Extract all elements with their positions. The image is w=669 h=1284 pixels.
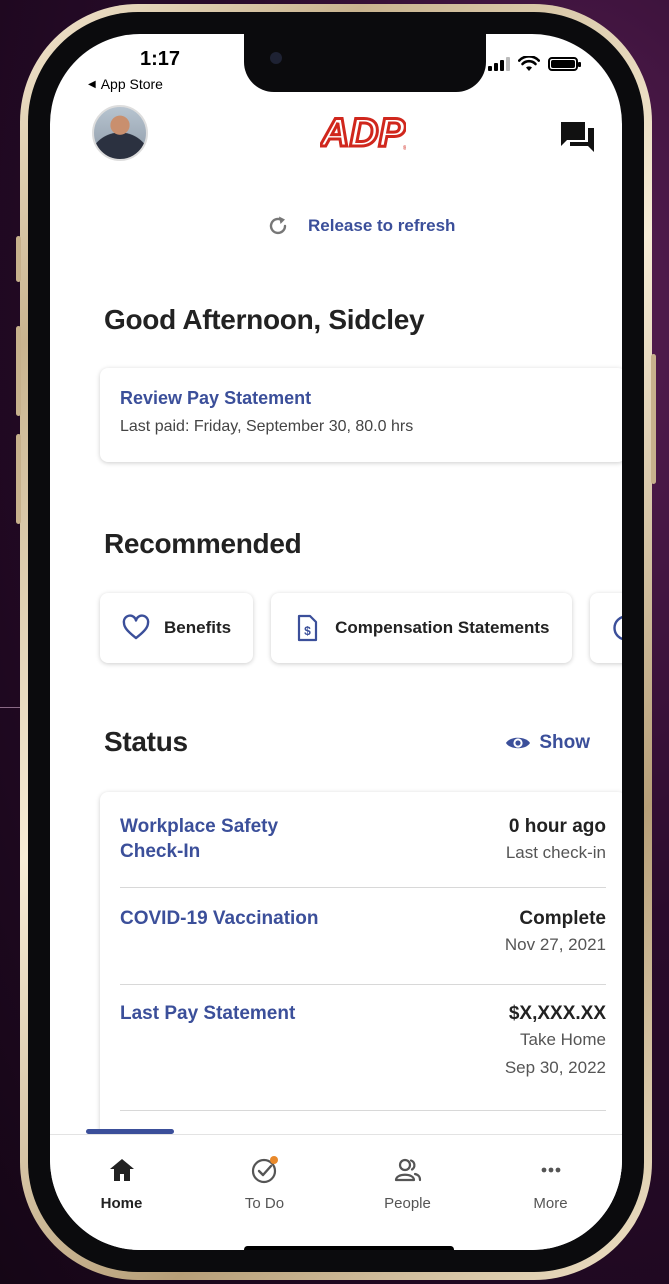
status-heading: Status xyxy=(104,726,188,757)
status-row-vaccination[interactable]: COVID-19 Vaccination Complete Nov 27, 20… xyxy=(120,888,606,985)
row-label[interactable]: Workplace Safety Check-In xyxy=(120,814,320,887)
tab-label: To Do xyxy=(244,1195,285,1212)
tab-people[interactable]: People xyxy=(336,1135,479,1250)
row-label[interactable]: COVID-19 Vaccination xyxy=(120,906,319,984)
tab-todo[interactable]: To Do xyxy=(193,1135,336,1250)
recommended-partial-item[interactable]: $ xyxy=(589,593,622,663)
back-triangle-icon: ◀ xyxy=(88,78,96,90)
recommended-compensation-statements[interactable]: $ Compensation Statements xyxy=(271,593,572,663)
people-icon xyxy=(394,1158,421,1182)
phone-bezel: 1:17 ◀ App Store ADP ® Release to refres… xyxy=(28,12,644,1272)
row-value: Complete xyxy=(519,908,606,929)
chip-label: Compensation Statements xyxy=(335,618,550,637)
greeting-heading: Good Afternoon, Sidcley xyxy=(104,304,425,335)
check-circle-icon xyxy=(251,1156,278,1184)
recommended-carousel[interactable]: Benefits $ Compensation Statements $ xyxy=(100,593,622,663)
battery-icon xyxy=(548,57,581,71)
adp-logo: ADP ® xyxy=(320,110,406,154)
notification-dot xyxy=(269,1156,278,1164)
logo-text: ADP xyxy=(320,111,406,154)
show-label: Show xyxy=(539,732,590,753)
volume-down-button xyxy=(16,434,21,524)
pull-to-refresh: Release to refresh xyxy=(266,214,455,238)
row-sub: Take Home xyxy=(520,1030,606,1049)
wifi-icon xyxy=(518,56,540,71)
back-to-app-store[interactable]: ◀ App Store xyxy=(88,76,163,92)
status-row-safety-checkin[interactable]: Workplace Safety Check-In 0 hour ago Las… xyxy=(120,792,606,888)
tab-label: More xyxy=(533,1195,568,1212)
svg-text:$: $ xyxy=(304,624,311,638)
volume-up-button xyxy=(16,326,21,416)
row-sub: Last check-in xyxy=(505,843,606,862)
power-button xyxy=(651,354,656,484)
status-icons xyxy=(488,56,581,72)
row-sub: Nov 27, 2021 xyxy=(504,935,606,954)
row-value: $X,XXX.XX xyxy=(508,1003,606,1024)
pay-card-subtitle: Last paid: Friday, September 30, 80.0 hr… xyxy=(120,418,414,435)
recommended-benefits[interactable]: Benefits xyxy=(100,593,254,663)
home-indicator xyxy=(244,1246,454,1250)
refresh-icon xyxy=(269,216,287,235)
eye-icon xyxy=(506,737,531,749)
status-row-last-pay[interactable]: Last Pay Statement $X,XXX.XX Take Home S… xyxy=(120,985,606,1111)
active-tab-indicator xyxy=(86,1129,174,1134)
chip-label: Benefits xyxy=(164,618,232,637)
notch xyxy=(244,34,486,92)
recommended-heading: Recommended xyxy=(104,528,302,559)
tab-label: People xyxy=(384,1195,431,1212)
back-label: App Store xyxy=(100,76,163,92)
dollar-circle-icon: $ xyxy=(612,615,622,641)
pay-card-title[interactable]: Review Pay Statement xyxy=(120,388,606,409)
home-icon xyxy=(109,1159,134,1181)
tab-more[interactable]: More xyxy=(479,1135,622,1250)
cellular-signal-icon xyxy=(488,57,510,71)
refresh-label: Release to refresh xyxy=(308,216,456,235)
status-time: 1:17 xyxy=(140,48,181,70)
svg-text:$: $ xyxy=(621,621,622,638)
svg-text:®: ® xyxy=(403,145,406,152)
tab-label: Home xyxy=(100,1195,143,1212)
tab-bar: Home To Do People More xyxy=(50,1129,622,1250)
front-camera xyxy=(270,52,282,64)
avatar[interactable] xyxy=(92,105,148,161)
phone-frame: 1:17 ◀ App Store ADP ® Release to refres… xyxy=(16,4,656,1280)
review-pay-statement-card[interactable]: Review Pay Statement Last paid: Friday, … xyxy=(100,368,622,462)
row-sub: Sep 30, 2022 xyxy=(504,1058,606,1077)
document-dollar-icon: $ xyxy=(297,614,318,642)
more-dots-icon xyxy=(541,1167,560,1173)
chat-icon[interactable] xyxy=(560,120,596,154)
tab-home[interactable]: Home xyxy=(50,1135,193,1250)
row-value: 0 hour ago xyxy=(508,816,606,837)
mute-switch xyxy=(16,236,21,282)
row-label[interactable]: Last Pay Statement xyxy=(120,1001,295,1110)
show-status-button[interactable]: Show xyxy=(505,732,590,754)
heart-icon xyxy=(122,614,150,640)
app-screen: 1:17 ◀ App Store ADP ® Release to refres… xyxy=(50,34,622,1250)
